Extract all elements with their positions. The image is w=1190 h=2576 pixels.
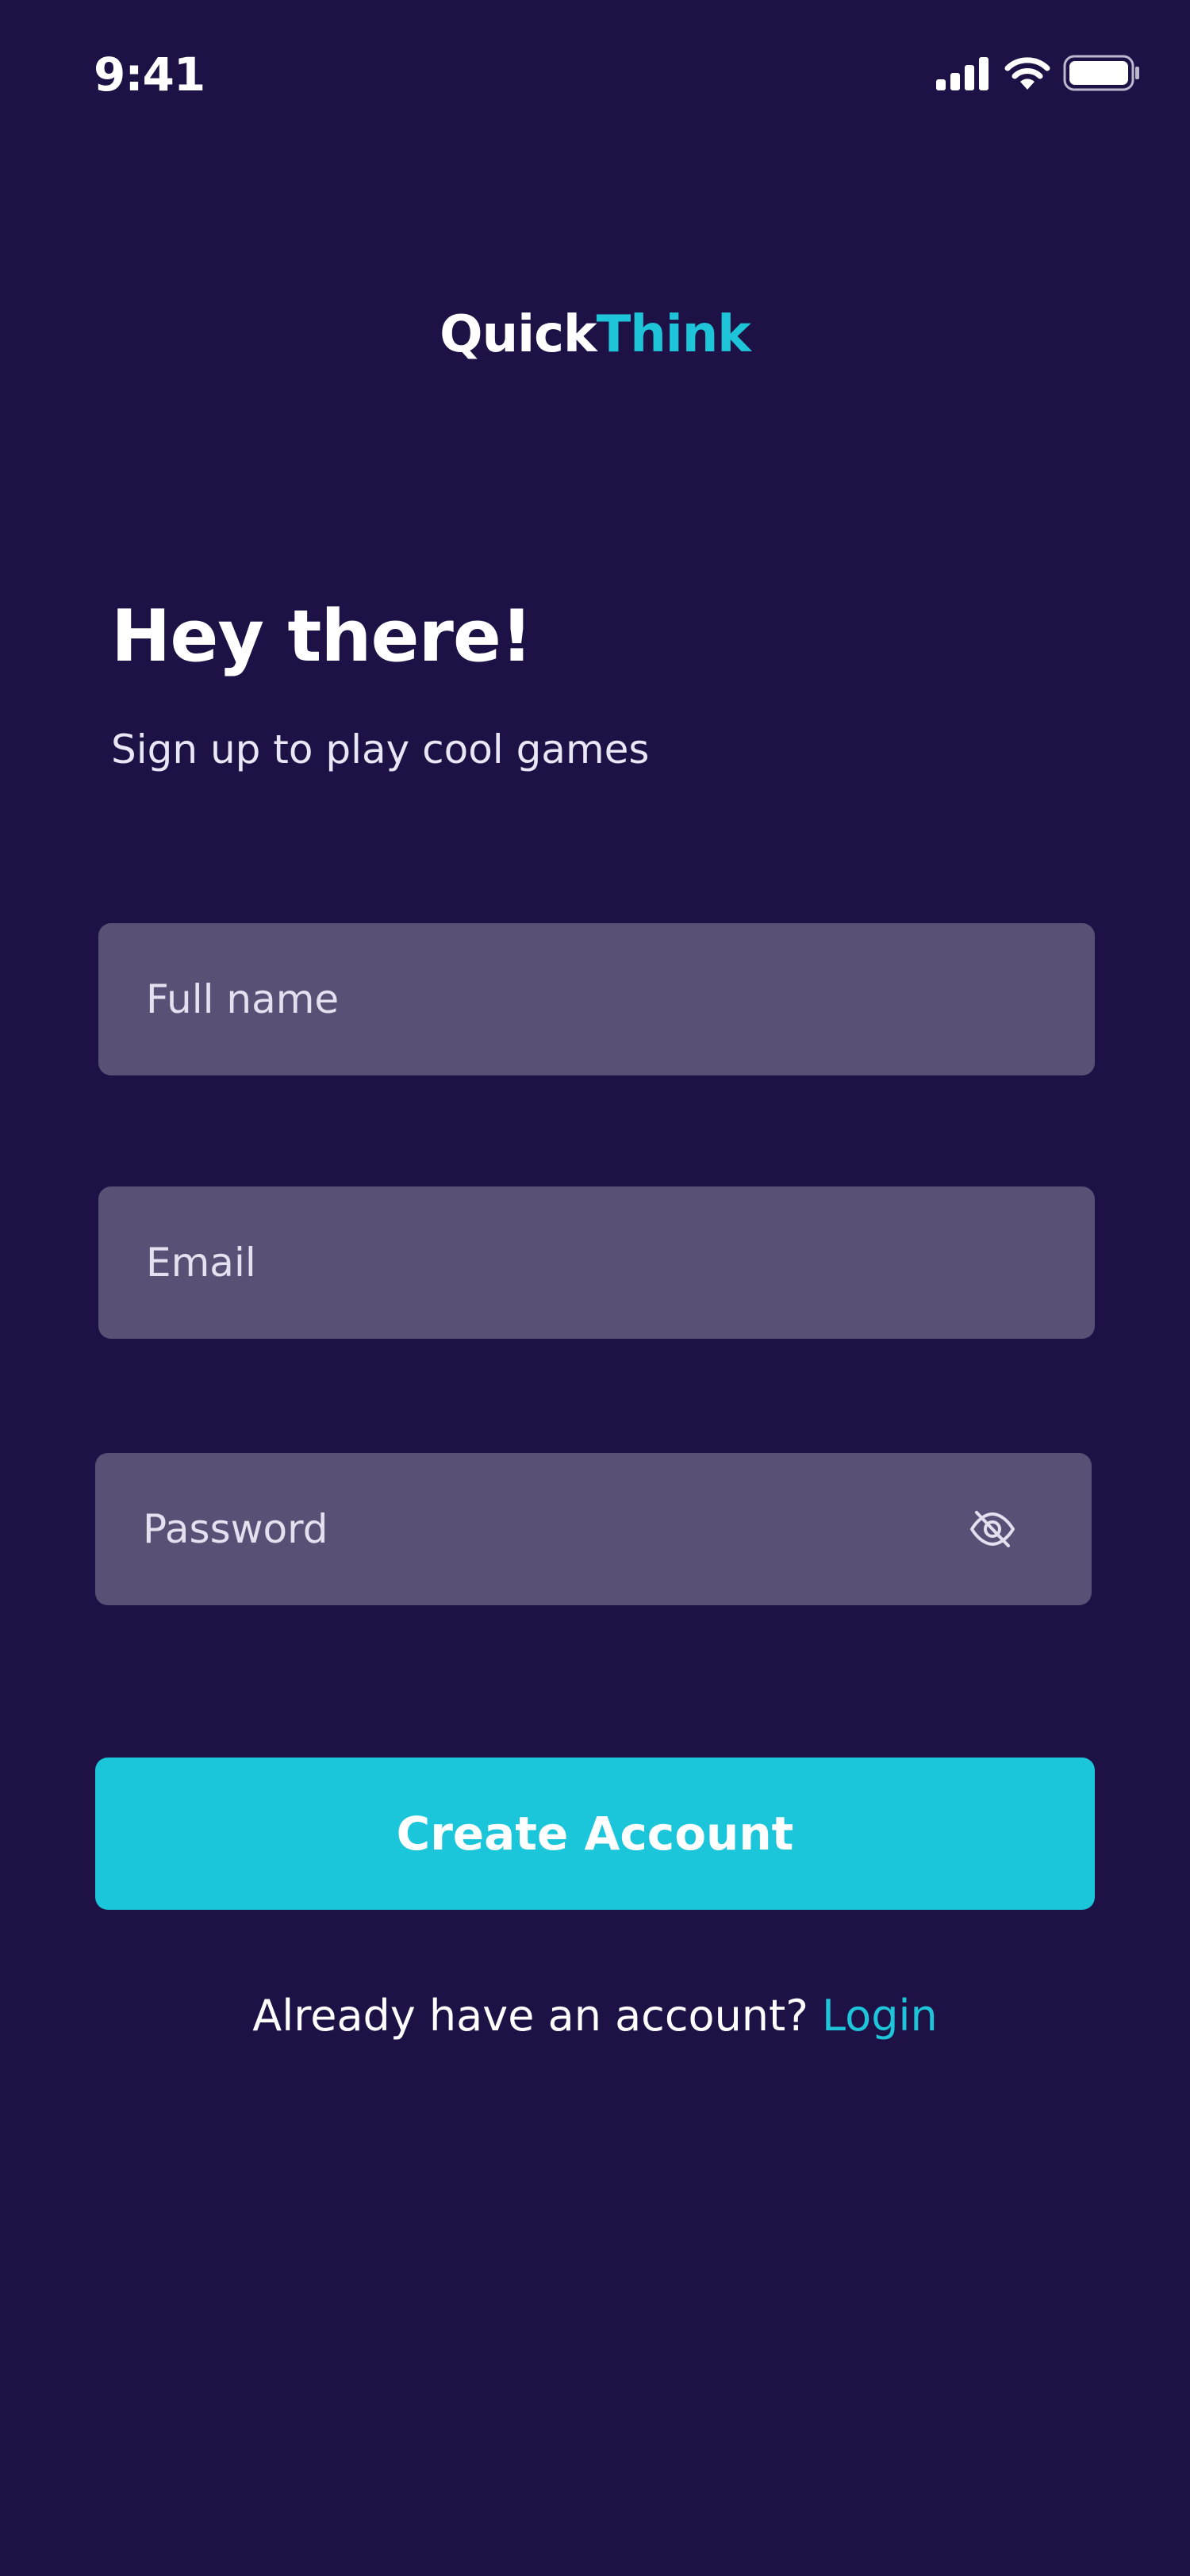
cellular-signal-icon	[936, 56, 992, 94]
eye-off-icon	[970, 1511, 1015, 1547]
logo-text-quick: Quick	[440, 305, 597, 364]
signup-screen: 9:41 QuickThink Hey there! Sign up to pl…	[0, 0, 1190, 2576]
wifi-icon	[1003, 55, 1052, 94]
login-prompt: Already have an account? Login	[0, 1984, 1190, 2048]
logo-text-think: Think	[596, 305, 751, 364]
status-icons	[936, 52, 1141, 97]
app-logo: QuickThink	[0, 303, 1190, 366]
status-time: 9:41	[94, 48, 205, 102]
full-name-input[interactable]	[98, 923, 1095, 1075]
battery-icon	[1063, 55, 1141, 94]
password-visibility-toggle[interactable]	[957, 1493, 1028, 1565]
password-field[interactable]	[95, 1453, 1092, 1605]
login-prompt-text: Already have an account?	[252, 1991, 823, 2041]
login-link[interactable]: Login	[822, 1991, 938, 2041]
email-input[interactable]	[98, 1186, 1095, 1339]
email-field[interactable]	[98, 1186, 1095, 1339]
page-subtitle: Sign up to play cool games	[111, 726, 650, 772]
password-input[interactable]	[95, 1453, 957, 1605]
full-name-field[interactable]	[98, 923, 1095, 1075]
page-title: Hey there!	[111, 595, 533, 678]
create-account-button[interactable]: Create Account	[95, 1758, 1095, 1910]
